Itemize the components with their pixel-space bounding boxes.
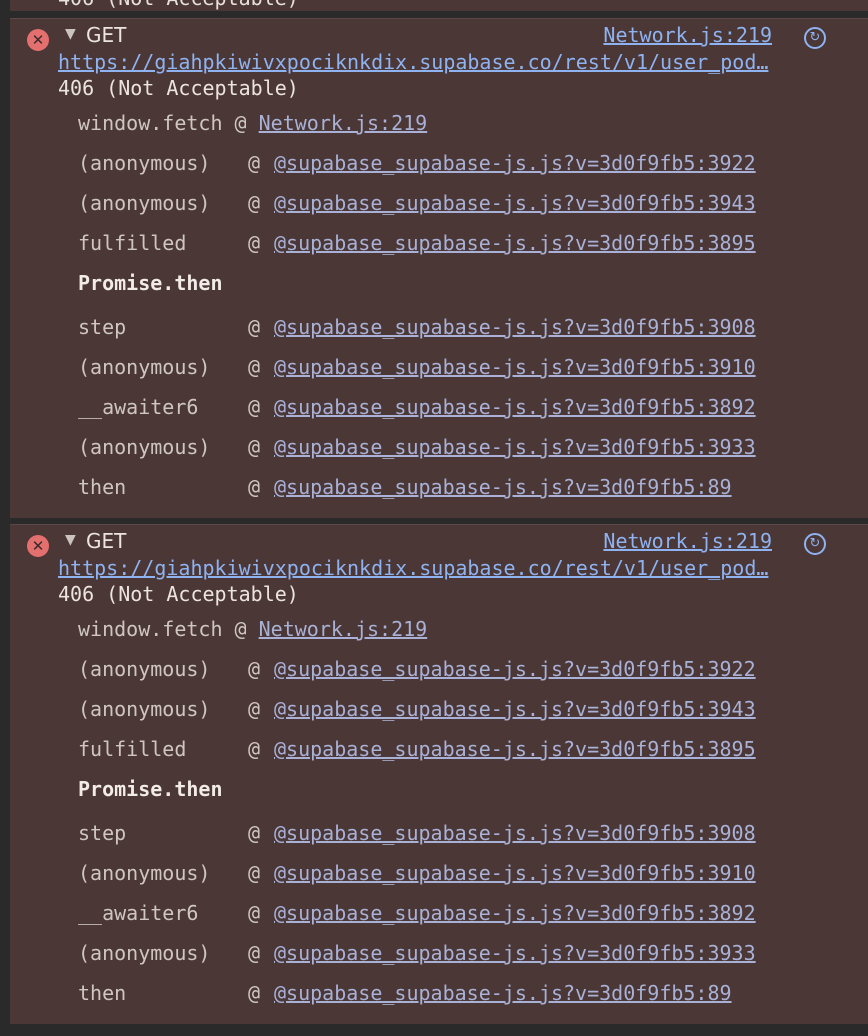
frame-at: @: [248, 697, 261, 721]
previous-entry-status: 406 (Not Acceptable): [58, 0, 299, 10]
stack-frame: (anonymous) @ @supabase_supabase-js.js?v=3…: [78, 355, 756, 395]
frame-function: then: [78, 475, 127, 499]
frame-function: (anonymous): [78, 191, 211, 215]
frame-at: @: [248, 861, 261, 885]
console-error-entry[interactable]: ✕ ▼ GET Network.js:219 ↻ https://giahpki…: [10, 524, 868, 1024]
frame-at: @: [248, 821, 261, 845]
reload-circle-icon[interactable]: ↻: [804, 533, 826, 555]
stack-frame: (anonymous) @ @supabase_supabase-js.js?v=3…: [78, 191, 756, 231]
frame-at: @: [248, 657, 261, 681]
frame-location-link[interactable]: @supabase_supabase-js.js?v=3d0f9fb5:3922: [274, 151, 756, 175]
frame-location-link[interactable]: @supabase_supabase-js.js?v=3d0f9fb5:3892: [274, 395, 756, 419]
frame-function: window.fetch: [78, 111, 223, 135]
triangle-down-icon[interactable]: ▼: [65, 532, 76, 548]
frame-location-link[interactable]: @supabase_supabase-js.js?v=3d0f9fb5:89: [274, 981, 732, 1005]
frame-function: window.fetch: [78, 617, 223, 641]
request-method: GET: [86, 23, 127, 47]
frame-location-link[interactable]: @supabase_supabase-js.js?v=3d0f9fb5:3892: [274, 901, 756, 925]
frame-at: @: [248, 315, 261, 339]
frame-location-link[interactable]: @supabase_supabase-js.js?v=3d0f9fb5:3943: [274, 697, 756, 721]
source-link[interactable]: Network.js:219: [603, 23, 772, 47]
frame-function: (anonymous): [78, 151, 211, 175]
error-circle-icon: ✕: [27, 535, 49, 557]
frame-function: (anonymous): [78, 861, 211, 885]
frame-location-link[interactable]: @supabase_supabase-js.js?v=3d0f9fb5:3922: [274, 657, 756, 681]
frame-at: @: [248, 231, 261, 255]
frame-at: @: [248, 151, 261, 175]
frame-at: @: [248, 475, 261, 499]
frame-location-link[interactable]: Network.js:219: [259, 617, 428, 641]
frame-location-link[interactable]: @supabase_supabase-js.js?v=3d0f9fb5:3908: [274, 821, 756, 845]
stack-frame: __awaiter6 @ @supabase_supabase-js.js?v=3d…: [78, 395, 756, 435]
frame-function: then: [78, 981, 127, 1005]
frame-at: @: [248, 395, 261, 419]
stack-trace: window.fetch @ Network.js:219 (anonymous…: [78, 617, 756, 1021]
frame-function: fulfilled: [78, 231, 187, 255]
frame-location-link[interactable]: @supabase_supabase-js.js?v=3d0f9fb5:3943: [274, 191, 756, 215]
stack-frame: then @ @supabase_supabase-js.js?v=3d0f9fb5…: [78, 981, 756, 1021]
stack-frame: (anonymous) @ @supabase_supabase-js.js?v=3…: [78, 435, 756, 475]
frame-at: @: [248, 191, 261, 215]
stack-frame: (anonymous) @ @supabase_supabase-js.js?v=3…: [78, 657, 756, 697]
frame-function: (anonymous): [78, 355, 211, 379]
frame-function: fulfilled: [78, 737, 187, 761]
frame-at: @: [248, 355, 261, 379]
async-boundary-label: Promise.then: [78, 271, 223, 295]
frame-function: (anonymous): [78, 657, 211, 681]
stack-frame: step @ @supabase_supabase-js.js?v=3d0f9fb5…: [78, 315, 756, 355]
source-link[interactable]: Network.js:219: [603, 529, 772, 553]
frame-location-link[interactable]: @supabase_supabase-js.js?v=3d0f9fb5:89: [274, 475, 732, 499]
frame-at: @: [248, 941, 261, 965]
console-error-entry[interactable]: ✕ ▼ GET Network.js:219 ↻ https://giahpki…: [10, 18, 868, 518]
frame-location-link[interactable]: @supabase_supabase-js.js?v=3d0f9fb5:3895: [274, 231, 756, 255]
frame-function: __awaiter6: [78, 901, 199, 925]
frame-function: step: [78, 315, 127, 339]
frame-at: @: [248, 737, 261, 761]
frame-at: @: [248, 435, 261, 459]
frame-at: @: [248, 981, 261, 1005]
frame-location-link[interactable]: @supabase_supabase-js.js?v=3d0f9fb5:3910: [274, 861, 756, 885]
request-method: GET: [86, 529, 127, 553]
stack-frame: __awaiter6 @ @supabase_supabase-js.js?v=3d…: [78, 901, 756, 941]
frame-location-link[interactable]: @supabase_supabase-js.js?v=3d0f9fb5:3933: [274, 941, 756, 965]
stack-trace: window.fetch @ Network.js:219 (anonymous…: [78, 111, 756, 515]
triangle-down-icon[interactable]: ▼: [65, 26, 76, 42]
stack-frame: (anonymous) @ @supabase_supabase-js.js?v=3…: [78, 697, 756, 737]
frame-location-link[interactable]: Network.js:219: [259, 111, 428, 135]
frame-location-link[interactable]: @supabase_supabase-js.js?v=3d0f9fb5:3908: [274, 315, 756, 339]
status-text: 406 (Not Acceptable): [58, 582, 299, 606]
frame-at: @: [234, 617, 247, 641]
frame-location-link[interactable]: @supabase_supabase-js.js?v=3d0f9fb5:3910: [274, 355, 756, 379]
stack-frame: fulfilled @ @supabase_supabase-js.js?v=3d0…: [78, 231, 756, 271]
frame-at: @: [248, 901, 261, 925]
previous-log-entry: 406 (Not Acceptable): [10, 0, 868, 11]
status-text: 406 (Not Acceptable): [58, 76, 299, 100]
frame-function: step: [78, 821, 127, 845]
stack-frame: step @ @supabase_supabase-js.js?v=3d0f9fb5…: [78, 821, 756, 861]
stack-frame: window.fetch @ Network.js:219: [78, 617, 756, 657]
frame-function: __awaiter6: [78, 395, 199, 419]
reload-circle-icon[interactable]: ↻: [804, 27, 826, 49]
stack-frame: (anonymous) @ @supabase_supabase-js.js?v=3…: [78, 941, 756, 981]
frame-function: (anonymous): [78, 435, 211, 459]
stack-frame: then @ @supabase_supabase-js.js?v=3d0f9fb5…: [78, 475, 756, 515]
frame-at: @: [234, 111, 247, 135]
stack-frame: (anonymous) @ @supabase_supabase-js.js?v=3…: [78, 861, 756, 901]
stack-frame: window.fetch @ Network.js:219: [78, 111, 756, 151]
stack-frame: fulfilled @ @supabase_supabase-js.js?v=3d0…: [78, 737, 756, 777]
async-boundary-label: Promise.then: [78, 777, 223, 801]
frame-function: (anonymous): [78, 697, 211, 721]
frame-function: (anonymous): [78, 941, 211, 965]
stack-frame: (anonymous) @ @supabase_supabase-js.js?v=3…: [78, 151, 756, 191]
request-url-link[interactable]: https://giahpkiwivxpociknkdix.supabase.c…: [58, 556, 828, 580]
frame-location-link[interactable]: @supabase_supabase-js.js?v=3d0f9fb5:3895: [274, 737, 756, 761]
request-url-link[interactable]: https://giahpkiwivxpociknkdix.supabase.c…: [58, 50, 828, 74]
frame-location-link[interactable]: @supabase_supabase-js.js?v=3d0f9fb5:3933: [274, 435, 756, 459]
error-circle-icon: ✕: [27, 29, 49, 51]
